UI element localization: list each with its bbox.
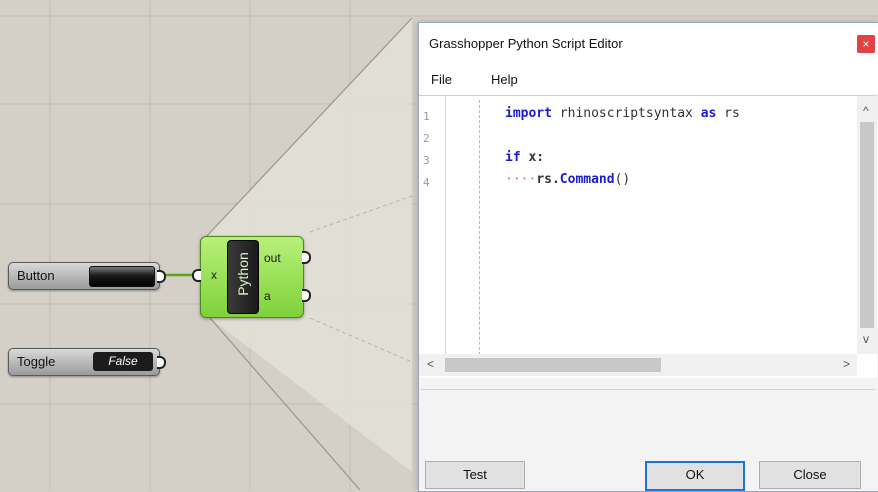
close-icon[interactable]: × bbox=[857, 35, 875, 53]
window-title: Grasshopper Python Script Editor bbox=[429, 36, 623, 51]
python-input-port[interactable] bbox=[192, 269, 201, 282]
line-number: 4 bbox=[423, 176, 430, 189]
window-titlebar[interactable]: Grasshopper Python Script Editor × bbox=[419, 23, 878, 65]
indent-guide bbox=[479, 100, 480, 370]
button-face[interactable] bbox=[89, 266, 155, 287]
python-component[interactable]: x Python out a bbox=[192, 236, 311, 318]
menu-bar: File Help bbox=[419, 65, 878, 95]
output-pane[interactable] bbox=[421, 389, 875, 452]
horizontal-scrollbar[interactable]: < > bbox=[419, 354, 857, 376]
python-core[interactable]: Python bbox=[227, 240, 259, 314]
code-editor[interactable]: 1 2 3 4 import rhinoscriptsyntax as rs i… bbox=[419, 95, 877, 378]
python-core-label: Python bbox=[235, 252, 251, 296]
toggle-component-label: Toggle bbox=[17, 354, 56, 369]
code-line-4: ····rs.Command() bbox=[505, 172, 631, 187]
ok-button[interactable]: OK bbox=[645, 461, 745, 491]
line-number: 1 bbox=[423, 110, 430, 123]
code-line-1: import rhinoscriptsyntax as rs bbox=[505, 106, 740, 121]
horizontal-scroll-thumb[interactable] bbox=[445, 358, 661, 372]
line-number-gutter: 1 2 3 4 bbox=[421, 96, 446, 376]
scroll-left-arrow[interactable]: < bbox=[427, 357, 434, 371]
code-line-3: if x: bbox=[505, 150, 545, 165]
vertical-scrollbar[interactable]: ^ v bbox=[857, 96, 877, 354]
python-output-a: a bbox=[264, 289, 271, 303]
close-button[interactable]: Close bbox=[759, 461, 861, 489]
vertical-scroll-thumb[interactable] bbox=[860, 122, 874, 328]
button-component[interactable]: Button bbox=[8, 262, 166, 290]
line-number: 3 bbox=[423, 154, 430, 167]
scroll-up-arrow[interactable]: ^ bbox=[863, 104, 869, 118]
test-button[interactable]: Test bbox=[425, 461, 525, 489]
line-number: 2 bbox=[423, 132, 430, 145]
menu-file[interactable]: File bbox=[431, 72, 452, 87]
python-input-x: x bbox=[211, 268, 217, 282]
python-script-editor-window: Grasshopper Python Script Editor × File … bbox=[418, 22, 878, 492]
toggle-component[interactable]: Toggle False bbox=[8, 348, 166, 376]
python-output-out: out bbox=[264, 251, 281, 265]
scroll-right-arrow[interactable]: > bbox=[843, 357, 850, 371]
menu-help[interactable]: Help bbox=[491, 72, 518, 87]
button-component-label: Button bbox=[17, 268, 55, 283]
scroll-down-arrow[interactable]: v bbox=[863, 332, 869, 346]
toggle-value[interactable]: False bbox=[93, 352, 153, 371]
